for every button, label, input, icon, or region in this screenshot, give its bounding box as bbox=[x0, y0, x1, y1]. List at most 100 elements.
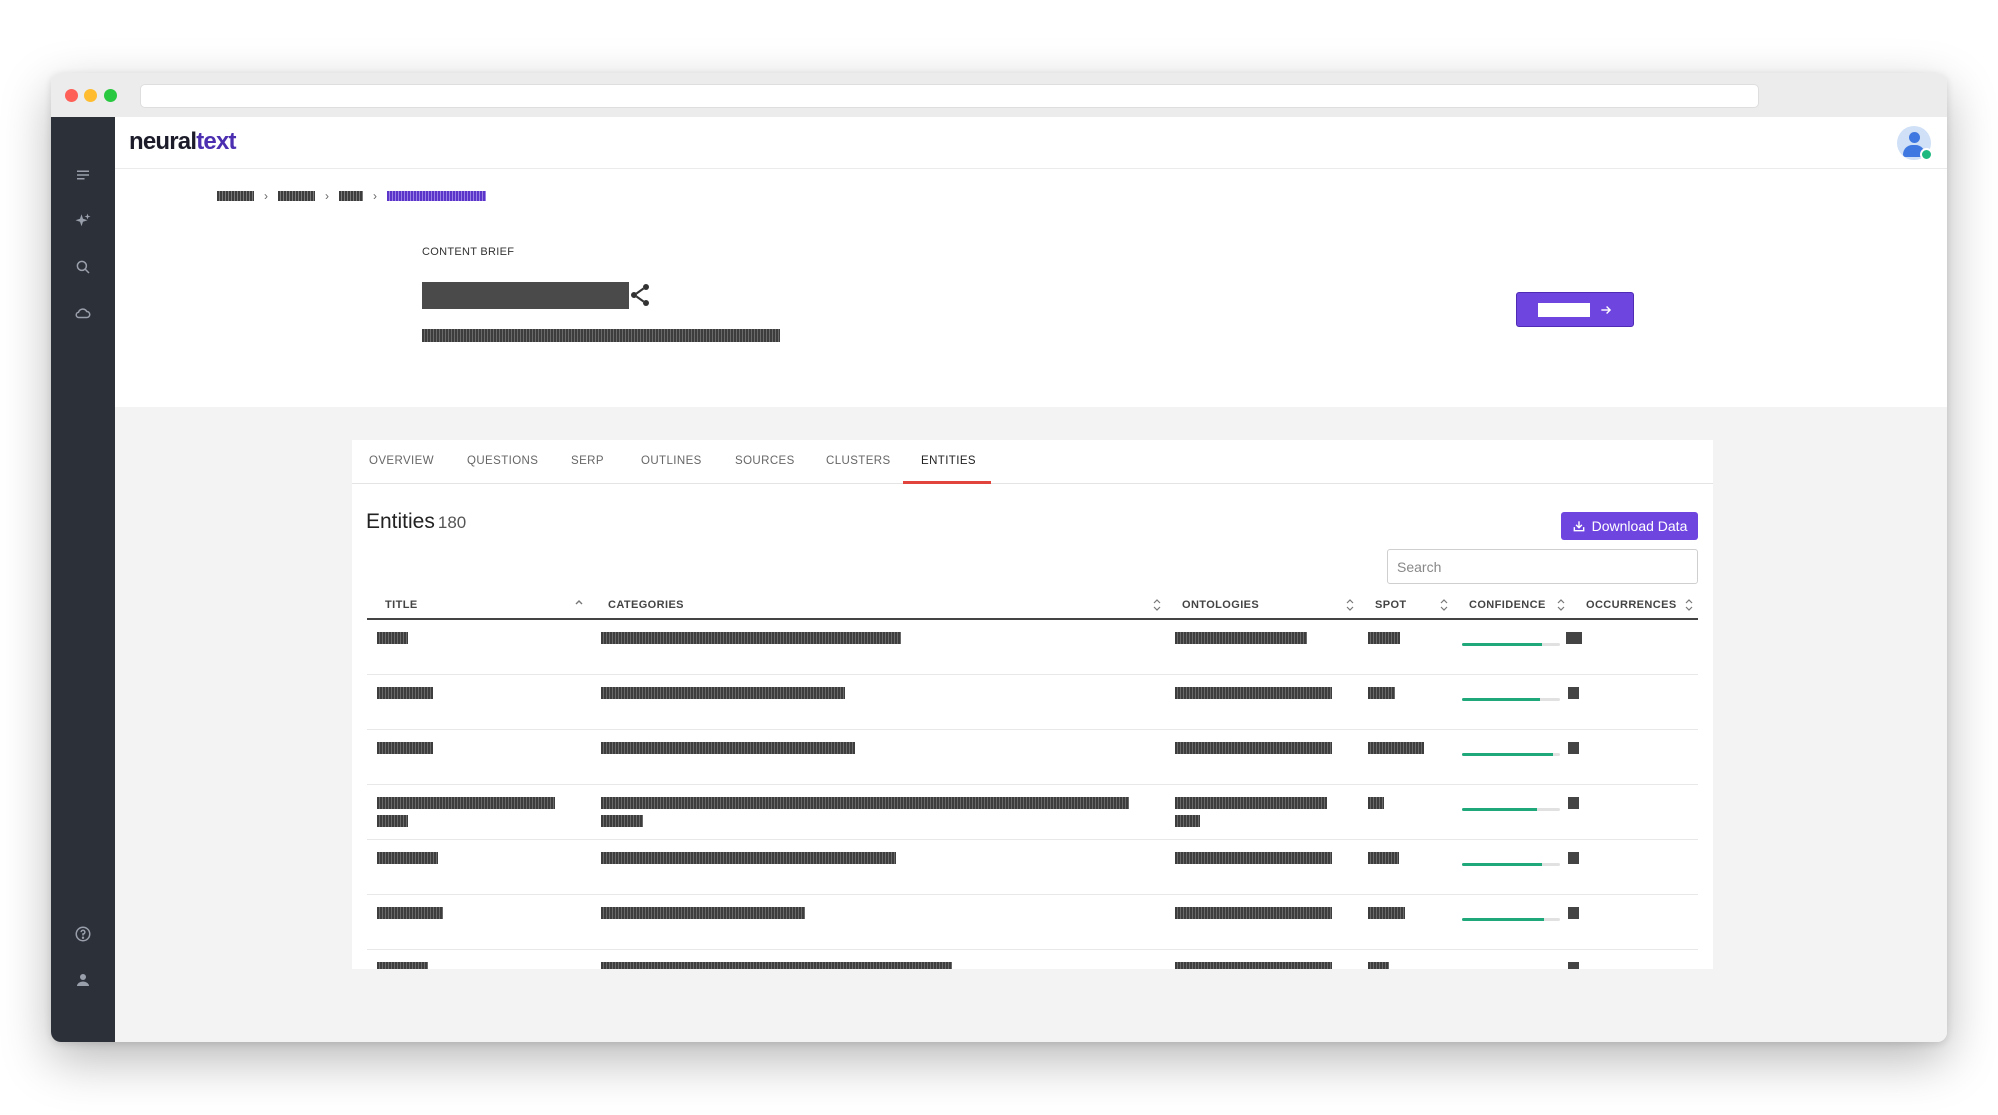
arrow-right-icon bbox=[1600, 305, 1611, 314]
screenshot-stage: neuraltext › › › CONTENT BRIEF OVERVIEW … bbox=[0, 0, 1998, 1115]
confidence-fill bbox=[1462, 863, 1543, 866]
tab-sources[interactable]: SOURCES bbox=[735, 455, 795, 467]
confidence-bar bbox=[1462, 643, 1560, 646]
sort-ascending-icon[interactable] bbox=[575, 598, 583, 610]
maximize-window-button[interactable] bbox=[104, 89, 117, 102]
cell-spot-redacted bbox=[1368, 797, 1384, 815]
cloud-icon[interactable] bbox=[71, 301, 95, 325]
breadcrumb-item-redacted[interactable] bbox=[339, 191, 363, 201]
cell-occurrences-redacted bbox=[1568, 687, 1579, 699]
column-header-confidence[interactable]: CONFIDENCE bbox=[1469, 599, 1546, 611]
cell-occurrences-redacted bbox=[1568, 907, 1579, 919]
confidence-bar bbox=[1462, 698, 1560, 701]
tab-overview[interactable]: OVERVIEW bbox=[369, 455, 434, 467]
cell-categories-redacted bbox=[601, 852, 896, 870]
sort-icon[interactable] bbox=[1685, 598, 1693, 611]
sort-icon[interactable] bbox=[1557, 598, 1565, 611]
breadcrumb-item-redacted[interactable] bbox=[278, 191, 315, 201]
sparkles-icon[interactable] bbox=[71, 209, 95, 233]
cell-ontologies-redacted bbox=[1175, 962, 1332, 969]
cell-ontologies-redacted bbox=[1175, 852, 1332, 870]
table-row[interactable] bbox=[367, 675, 1698, 730]
column-header-title[interactable]: TITLE bbox=[385, 599, 418, 611]
cell-spot-redacted bbox=[1368, 687, 1395, 705]
table-row[interactable] bbox=[367, 620, 1698, 675]
cell-categories-redacted bbox=[601, 687, 845, 705]
confidence-bar bbox=[1462, 918, 1560, 921]
column-header-spot[interactable]: SPOT bbox=[1375, 599, 1407, 611]
table-row[interactable] bbox=[367, 950, 1698, 969]
tab-serp[interactable]: SERP bbox=[571, 455, 604, 467]
tab-outlines[interactable]: OUTLINES bbox=[641, 455, 702, 467]
cell-title-redacted bbox=[377, 962, 428, 969]
brief-header: › › › CONTENT BRIEF bbox=[115, 169, 1947, 407]
breadcrumb-chevron-icon: › bbox=[373, 189, 377, 203]
download-data-label: Download Data bbox=[1591, 518, 1688, 534]
close-window-button[interactable] bbox=[65, 89, 78, 102]
column-header-ontologies[interactable]: ONTOLOGIES bbox=[1182, 599, 1259, 611]
sidebar bbox=[51, 117, 115, 1042]
entities-count: 180 bbox=[437, 513, 467, 532]
brief-subtitle-redacted bbox=[422, 329, 780, 342]
confidence-bar bbox=[1462, 753, 1560, 756]
tab-questions[interactable]: QUESTIONS bbox=[467, 455, 538, 467]
cell-ontologies-redacted bbox=[1175, 742, 1332, 760]
address-bar[interactable] bbox=[140, 84, 1759, 108]
confidence-bar bbox=[1462, 863, 1560, 866]
column-header-occurrences[interactable]: OCCURRENCES bbox=[1586, 599, 1677, 611]
confidence-bar bbox=[1462, 808, 1560, 811]
confidence-fill bbox=[1462, 808, 1538, 811]
breadcrumb-chevron-icon: › bbox=[325, 189, 329, 203]
brief-tabs: OVERVIEW QUESTIONS SERP OUTLINES SOURCES… bbox=[352, 440, 1713, 484]
sort-icon[interactable] bbox=[1346, 598, 1354, 611]
table-row[interactable] bbox=[367, 895, 1698, 950]
confidence-fill bbox=[1462, 643, 1543, 646]
cell-occurrences-redacted bbox=[1568, 962, 1579, 969]
entities-panel: OVERVIEW QUESTIONS SERP OUTLINES SOURCES… bbox=[352, 440, 1713, 969]
breadcrumb-chevron-icon: › bbox=[264, 189, 268, 203]
table-row[interactable] bbox=[367, 785, 1698, 840]
cell-occurrences-redacted bbox=[1568, 797, 1579, 809]
column-header-categories[interactable]: CATEGORIES bbox=[608, 599, 684, 611]
browser-chrome bbox=[51, 73, 1947, 117]
cell-title-redacted bbox=[377, 687, 433, 705]
tab-entities[interactable]: ENTITIES bbox=[921, 455, 976, 467]
help-icon[interactable] bbox=[71, 922, 95, 946]
sort-icon[interactable] bbox=[1153, 598, 1161, 611]
breadcrumb-current-redacted bbox=[387, 191, 486, 201]
active-tab-indicator bbox=[903, 481, 991, 484]
cell-spot-redacted bbox=[1368, 907, 1405, 925]
content-brief-label: CONTENT BRIEF bbox=[422, 246, 515, 258]
avatar[interactable] bbox=[1897, 126, 1933, 161]
entities-heading: Entities 180 bbox=[366, 510, 466, 534]
breadcrumb: › › › bbox=[217, 189, 486, 203]
cell-categories-redacted bbox=[601, 632, 901, 650]
primary-action-label-redacted bbox=[1537, 302, 1590, 317]
cell-spot-redacted bbox=[1368, 632, 1400, 650]
download-data-button[interactable]: Download Data bbox=[1561, 512, 1698, 540]
menu-icon[interactable] bbox=[71, 163, 95, 187]
table-row[interactable] bbox=[367, 840, 1698, 895]
top-bar: neuraltext bbox=[115, 117, 1947, 169]
cell-ontologies-redacted bbox=[1175, 797, 1327, 833]
logo-text-text: text bbox=[196, 128, 236, 155]
entities-title: Entities bbox=[366, 510, 435, 533]
breadcrumb-item-redacted[interactable] bbox=[217, 191, 254, 201]
confidence-fill bbox=[1462, 918, 1545, 921]
cell-title-redacted bbox=[377, 632, 408, 650]
entities-search-input[interactable] bbox=[1387, 549, 1698, 584]
primary-action-button[interactable] bbox=[1516, 292, 1634, 327]
logo-text-neural: neural bbox=[129, 128, 197, 155]
share-icon[interactable] bbox=[628, 282, 652, 308]
table-row[interactable] bbox=[367, 730, 1698, 785]
cell-occurrences-redacted bbox=[1566, 632, 1582, 644]
tab-clusters[interactable]: CLUSTERS bbox=[826, 455, 891, 467]
neuraltext-logo[interactable]: neuraltext bbox=[129, 128, 237, 156]
search-icon[interactable] bbox=[71, 255, 95, 279]
confidence-fill bbox=[1462, 753, 1554, 756]
sort-icon[interactable] bbox=[1440, 598, 1448, 611]
entities-table-header: TITLE CATEGORIES ONTOLOGIES SPOT CONFIDE… bbox=[367, 588, 1698, 620]
minimize-window-button[interactable] bbox=[84, 89, 97, 102]
user-icon[interactable] bbox=[71, 968, 95, 992]
cell-spot-redacted bbox=[1368, 962, 1389, 969]
